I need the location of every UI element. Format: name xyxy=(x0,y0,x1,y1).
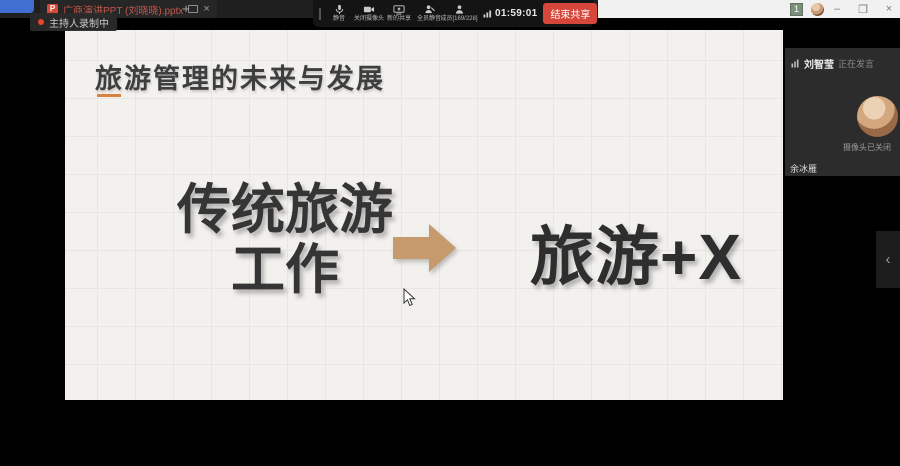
share-screen-icon xyxy=(393,4,405,15)
camera-label: 关闭摄像头 xyxy=(354,16,384,23)
minimize-button[interactable]: – xyxy=(824,0,850,18)
new-share-button[interactable]: 新的共享 xyxy=(387,4,411,23)
mute-all-label: 全员静音 xyxy=(417,16,441,23)
mute-label: 静音 xyxy=(333,16,345,23)
new-share-label: 新的共享 xyxy=(387,16,411,23)
slide-right-text: 旅游+X xyxy=(501,206,771,298)
participant-video-tile[interactable]: 刘智莹 正在发言 摄像头已关闭 余冰雁 xyxy=(785,48,900,176)
close-button[interactable]: × xyxy=(876,0,900,18)
members-label: 成员[169/228] xyxy=(440,16,477,23)
audio-level-icon xyxy=(791,59,800,68)
participant-name: 余冰雁 xyxy=(790,162,817,175)
title-underline xyxy=(97,94,121,97)
participant-avatar xyxy=(857,96,898,137)
meeting-app-window: P 广商演讲PPT (刘晓晓).pptx × + 1 – ❐ × 静音 xyxy=(0,0,900,466)
meeting-toolbar: 静音 关闭摄像头 新的共享 全员静音 xyxy=(313,0,594,27)
chevron-left-icon: ‹ xyxy=(886,252,891,267)
network-signal-icon xyxy=(483,9,492,18)
recording-status-badge: 主持人录制中 xyxy=(30,13,117,31)
background-window-fragment[interactable] xyxy=(0,0,34,13)
speaking-indicator: 刘智莹 正在发言 xyxy=(791,56,874,71)
mic-icon xyxy=(334,4,345,15)
meeting-timer: 01:59:01 xyxy=(495,8,537,19)
speaker-status: 正在发言 xyxy=(838,57,874,70)
new-tab-button[interactable]: + xyxy=(178,1,194,17)
mute-all-button[interactable]: 全员静音 xyxy=(417,4,441,23)
recording-status-label: 主持人录制中 xyxy=(49,15,109,30)
right-arrow-shape xyxy=(393,222,457,274)
notice-count-badge[interactable]: 1 xyxy=(790,3,803,16)
user-avatar[interactable] xyxy=(811,3,824,16)
window-title-bar: 1 – ❐ × xyxy=(598,0,900,18)
speaker-name: 刘智莹 xyxy=(804,56,834,71)
camera-icon xyxy=(363,4,375,15)
window-controls: – ❐ × xyxy=(824,0,900,18)
camera-off-label: 摄像头已关闭 xyxy=(843,142,891,153)
mute-all-icon xyxy=(424,4,435,15)
mute-button[interactable]: 静音 xyxy=(327,4,351,23)
members-button[interactable]: 成员[169/228] xyxy=(447,4,471,23)
meeting-timer-group: 01:59:01 xyxy=(483,8,537,19)
restore-button[interactable]: ❐ xyxy=(850,0,876,18)
tab-close-icon[interactable]: × xyxy=(203,4,209,15)
panel-collapse-button[interactable]: ‹ xyxy=(876,231,900,288)
toolbar-drag-handle[interactable] xyxy=(319,8,321,20)
mouse-cursor xyxy=(403,288,416,312)
end-share-button[interactable]: 结束共享 xyxy=(543,3,597,24)
slide-title: 旅游管理的未来与发展 xyxy=(95,57,385,96)
members-icon xyxy=(454,4,465,15)
shared-slide: 旅游管理的未来与发展 传统旅游 工作 旅游+X xyxy=(65,30,783,400)
recording-dot-icon xyxy=(38,19,44,25)
title-bar-status-group: 1 xyxy=(790,3,824,16)
camera-toggle-button[interactable]: 关闭摄像头 xyxy=(357,4,381,23)
